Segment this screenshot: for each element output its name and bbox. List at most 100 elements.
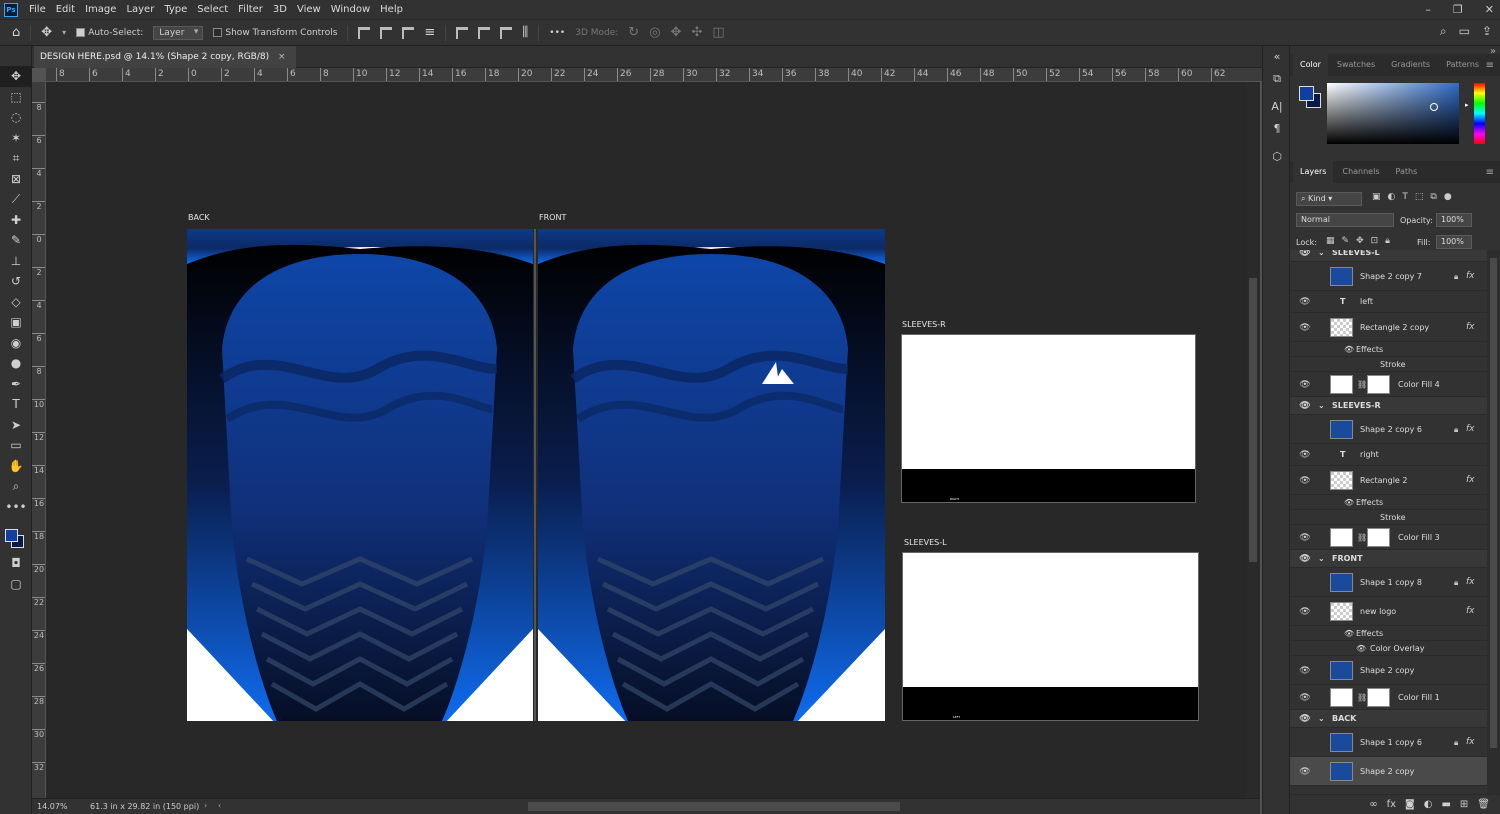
artboard-sleeves-l[interactable]: LEFT (902, 552, 1199, 721)
effects-eye-icon[interactable]: 👁︎ (1344, 629, 1354, 638)
lock-artboard-icon[interactable]: ⊡ (1371, 236, 1379, 246)
chevron-down-icon[interactable]: ⌄ (1318, 714, 1325, 723)
layers-scroll-thumb[interactable] (1490, 258, 1497, 748)
layer-row[interactable]: 👁︎ Shape 2 copy (1290, 656, 1487, 685)
path-selection-tool-icon[interactable]: ➤ (0, 415, 32, 436)
add-style-icon[interactable]: fx (1387, 799, 1396, 810)
layer-effects-icon[interactable]: fx (1466, 322, 1475, 332)
zoom-tool-icon[interactable]: ⌕ (0, 476, 32, 497)
more-tools-icon[interactable]: ••• (0, 497, 32, 518)
shape-filter-icon[interactable]: ⬚ (1415, 192, 1424, 202)
visibility-eye-icon[interactable]: 👁︎ (1299, 607, 1311, 617)
rectangle-tool-icon[interactable]: ▭ (0, 435, 32, 456)
tab-patterns[interactable]: Patterns (1439, 54, 1486, 76)
chevron-down-icon[interactable]: ⌄ (1318, 401, 1325, 410)
layer-row[interactable]: 👁︎ ⛓︎ Color Fill 1 (1290, 685, 1487, 710)
visibility-eye-icon[interactable]: 👁︎ (1299, 272, 1311, 282)
layer-effects-icon[interactable]: fx (1466, 577, 1475, 587)
menu-layer[interactable]: Layer (121, 0, 159, 19)
layer-group-row[interactable]: 👁︎ ⌄ SLEEVES-L (1290, 250, 1487, 262)
pen-tool-icon[interactable]: ✒ (0, 374, 32, 395)
menu-filter[interactable]: Filter (233, 0, 268, 19)
vertical-scroll-thumb[interactable] (1249, 278, 1257, 562)
layer-group-row[interactable]: 👁︎ ⌄ SLEEVES-R (1290, 397, 1487, 415)
marquee-tool-icon[interactable]: ⬚ (0, 87, 32, 108)
move-tool-icon[interactable]: ✥ (0, 66, 32, 87)
panel-collapse-icon[interactable]: « (1263, 46, 1291, 68)
crop-tool-icon[interactable]: ⌗ (0, 148, 32, 169)
brush-tool-icon[interactable]: ✎ (0, 230, 32, 251)
align-top-icon[interactable] (456, 26, 469, 39)
link-icon[interactable]: ⛓︎ (1357, 533, 1367, 542)
lock-all-icon[interactable]: 🔒︎ (1385, 236, 1390, 246)
layer-effects-icon[interactable]: fx (1466, 271, 1475, 281)
visibility-eye-icon[interactable]: 👁︎ (1299, 767, 1311, 777)
layer-effect-row[interactable]: 👁︎ Effects (1290, 495, 1487, 510)
layer-row[interactable]: 👁︎ Shape 2 copy 6 🔒︎ fx (1290, 415, 1487, 444)
close-button[interactable]: ✕ (1485, 3, 1494, 16)
layer-effects-icon[interactable]: fx (1466, 606, 1475, 616)
visibility-eye-icon[interactable]: 👁︎ (1299, 250, 1311, 258)
visibility-eye-icon[interactable]: 👁︎ (1299, 380, 1311, 390)
color-picker-cursor[interactable] (1430, 103, 1438, 111)
layer-row[interactable]: 👁︎ Shape 1 copy 8 🔒︎ fx (1290, 568, 1487, 597)
align-bottom-icon[interactable] (500, 26, 513, 39)
zoom-level[interactable]: 14.07% (37, 802, 68, 811)
adjustment-layer-icon[interactable]: ◐ (1424, 799, 1433, 810)
link-layers-icon[interactable]: ∞ (1369, 799, 1377, 810)
chevron-down-icon[interactable]: ▾ (62, 28, 66, 37)
menu-type[interactable]: Type (159, 0, 192, 19)
layers-panel-menu-icon[interactable]: ≡ (1486, 167, 1494, 178)
tab-layers[interactable]: Layers (1293, 161, 1334, 183)
quick-mask-icon[interactable]: ◘ (0, 553, 32, 574)
document-info[interactable]: 61.3 in x 29.82 in (150 ppi) (90, 802, 199, 811)
visibility-eye-icon[interactable]: 👁︎ (1299, 425, 1311, 435)
align-left-icon[interactable] (358, 26, 371, 39)
move-tool-icon[interactable]: ✥ (41, 25, 52, 40)
frame-tool-icon[interactable]: ⊠ (0, 169, 32, 190)
visibility-eye-icon[interactable]: 👁︎ (1299, 714, 1311, 724)
chevron-right-icon[interactable]: › (204, 801, 207, 810)
align-middle-icon[interactable] (478, 26, 491, 39)
align-center-icon[interactable] (380, 26, 393, 39)
layer-row[interactable]: 👁︎ Rectangle 2 copy fx (1290, 313, 1487, 342)
show-transform-checkbox[interactable]: Show Transform Controls (213, 27, 337, 38)
artboard-label-sleeves-r[interactable]: SLEEVES-R (902, 320, 946, 329)
gradient-tool-icon[interactable]: ▣ (0, 312, 32, 333)
blend-mode-dropdown[interactable]: Normal (1296, 213, 1394, 227)
layer-mask-thumbnail[interactable] (1367, 688, 1390, 707)
artboard-label-sleeves-l[interactable]: SLEEVES-L (904, 538, 947, 547)
layers-scrollbar[interactable] (1487, 250, 1500, 794)
menu-image[interactable]: Image (80, 0, 121, 19)
hand-tool-icon[interactable]: ✋ (0, 456, 32, 477)
visibility-eye-icon[interactable]: 👁︎ (1299, 401, 1311, 411)
tab-swatches[interactable]: Swatches (1330, 54, 1382, 76)
more-options-button[interactable]: ••• (549, 28, 565, 38)
magic-wand-tool-icon[interactable]: ✶ (0, 128, 32, 149)
opacity-input[interactable]: 100% (1436, 213, 1472, 227)
artboard-back[interactable] (187, 229, 533, 721)
share-icon[interactable]: ⇪ (1482, 24, 1492, 39)
3d-panel-icon[interactable]: ⬡ (1263, 146, 1291, 168)
filter-toggle-icon[interactable]: ● (1444, 192, 1452, 202)
layer-row[interactable]: 👁︎ Rectangle 2 fx (1290, 466, 1487, 495)
stamp-tool-icon[interactable]: ⊥ (0, 251, 32, 272)
visibility-eye-icon[interactable]: 👁︎ (1299, 476, 1311, 486)
effect-eye-icon[interactable]: 👁︎ (1356, 644, 1366, 653)
chevron-down-icon[interactable]: ⌄ (1318, 250, 1325, 257)
artboard-front[interactable] (538, 229, 885, 721)
layer-row[interactable]: 👁︎ new logo fx (1290, 597, 1487, 626)
layer-effects-icon[interactable]: fx (1466, 737, 1475, 747)
adjustment-filter-icon[interactable]: ◐ (1388, 192, 1396, 202)
visibility-eye-icon[interactable]: 👁︎ (1299, 666, 1311, 676)
vertical-scrollbar[interactable] (1246, 82, 1260, 798)
menu-select[interactable]: Select (192, 0, 233, 19)
distribute-icon[interactable]: ≡ (424, 25, 435, 40)
color-picker-field[interactable] (1327, 83, 1459, 144)
auto-select-checkbox[interactable]: Auto-Select: (76, 27, 143, 38)
layer-effect-row[interactable]: 👁︎ Effects (1290, 626, 1487, 641)
home-icon[interactable]: ⌂ (12, 25, 20, 40)
visibility-eye-icon[interactable]: 👁︎ (1299, 738, 1311, 748)
lock-image-icon[interactable]: ✎ (1342, 236, 1350, 246)
search-icon[interactable]: ⌕ (1440, 24, 1447, 39)
